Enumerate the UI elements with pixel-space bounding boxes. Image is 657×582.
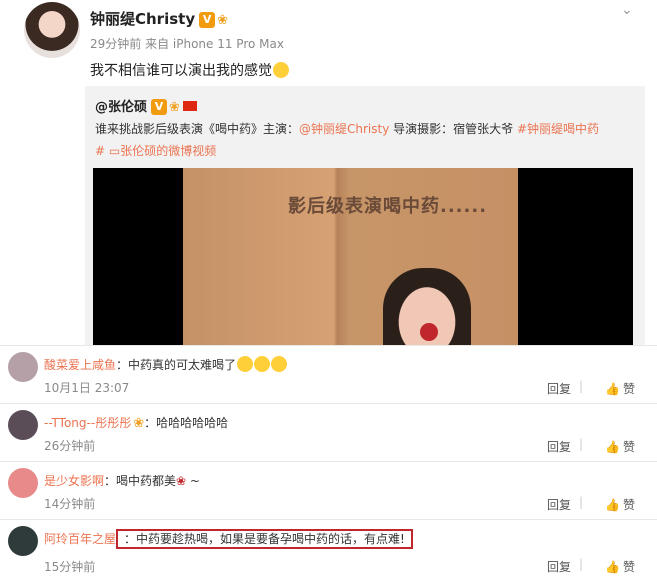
commenter-name[interactable]: --TTong--彤彤彤 [44, 416, 131, 430]
like-button[interactable]: 👍 赞 [605, 380, 635, 397]
post-author[interactable]: 钟丽缇Christy V ❀ [90, 8, 228, 29]
comment-item: --TTong--彤彤彤 ❀：哈哈哈哈哈哈 26分钟前 回复 | 👍 赞 [0, 403, 657, 461]
author-name[interactable]: 钟丽缇Christy [90, 10, 195, 28]
verified-badge-icon: V [199, 12, 216, 28]
comment-time: 10月1日 23:07 [44, 381, 130, 395]
flag-icon [182, 101, 197, 111]
reply-button[interactable]: 回复 [547, 558, 571, 575]
repost-text: 谁来挑战影后级表演《喝中药》主演：@钟丽缇Christy 导演摄影：宿管张大爷 … [95, 122, 600, 136]
like-button[interactable]: 👍 赞 [605, 438, 635, 455]
video-frame: 影后级表演喝中药...... [183, 168, 518, 345]
thumbs-up-icon: 👍 [605, 560, 620, 574]
comment-text: 阿玲百年之屋 ：中药要趁热喝，如果是要备孕喝中药的话，有点难! [44, 529, 413, 549]
comment-item: 是少女影啊：喝中药都美❀ ~ 14分钟前 回复 | 👍 赞 [0, 461, 657, 519]
commenter-name[interactable]: 酸菜爱上咸鱼 [44, 358, 116, 372]
thumbs-up-icon: 👍 [605, 440, 620, 454]
repost-card[interactable]: @张伦硕 V ❀ 谁来挑战影后级表演《喝中药》主演：@钟丽缇Christy 导演摄影… [85, 86, 645, 345]
commenter-avatar[interactable] [8, 526, 38, 556]
medal-icon: ❀ [169, 100, 180, 115]
laughing-emoji-icon [273, 62, 289, 78]
video-source-link[interactable]: # ▭张伦硕的微博视频 [95, 142, 216, 159]
comment-time: 26分钟前 [44, 439, 96, 453]
divider: | [578, 437, 583, 451]
like-button[interactable]: 👍 赞 [605, 558, 635, 575]
commenter-avatar[interactable] [8, 468, 38, 498]
post-text: 我不相信谁可以演出我的感觉 [90, 60, 289, 80]
rose-icon: ❀ [176, 474, 187, 488]
hashtag-link[interactable]: #钟丽缇喝中药 [517, 122, 599, 136]
comment-list: 酸菜爱上咸鱼：中药真的可太难喝了 10月1日 23:07 回复 | 👍 赞 --T… [0, 345, 657, 582]
medal-icon: ❀ [133, 416, 145, 431]
divider: | [578, 557, 583, 571]
video-player[interactable]: 影后级表演喝中药...... [93, 168, 633, 345]
post-meta: 29分钟前 来自 iPhone 11 Pro Max [90, 37, 284, 51]
comment-time: 15分钟前 [44, 560, 96, 574]
reply-button[interactable]: 回复 [547, 380, 571, 397]
crying-laugh-emoji-icon [271, 356, 288, 372]
comment-time: 14分钟前 [44, 497, 96, 511]
weibo-post: 钟丽缇Christy V ❀ 29分钟前 来自 iPhone 11 Pro Max … [0, 0, 657, 345]
video-mouth-image [420, 323, 438, 341]
like-button[interactable]: 👍 赞 [605, 496, 635, 513]
video-caption: 影后级表演喝中药...... [288, 196, 488, 217]
divider: | [578, 379, 583, 393]
highlighted-comment-text: ：中药要趁热喝，如果是要备孕喝中药的话，有点难! [116, 529, 413, 549]
comment-item: 酸菜爱上咸鱼：中药真的可太难喝了 10月1日 23:07 回复 | 👍 赞 [0, 345, 657, 403]
chevron-down-icon[interactable]: ⌄ [621, 2, 635, 18]
commenter-name[interactable]: 阿玲百年之屋 [44, 532, 116, 546]
comment-text: --TTong--彤彤彤 ❀：哈哈哈哈哈哈 [44, 416, 229, 431]
commenter-avatar[interactable] [8, 410, 38, 440]
reply-button[interactable]: 回复 [547, 496, 571, 513]
medal-icon: ❀ [217, 13, 229, 28]
divider: | [578, 495, 583, 509]
mention-link[interactable]: @钟丽缇Christy [299, 122, 389, 136]
crying-laugh-emoji-icon [254, 356, 271, 372]
repost-author[interactable]: @张伦硕 V ❀ [95, 96, 197, 115]
comment-text: 是少女影啊：喝中药都美❀ ~ [44, 474, 200, 488]
thumbs-up-icon: 👍 [605, 382, 620, 396]
commenter-avatar[interactable] [8, 352, 38, 382]
comment-text: 酸菜爱上咸鱼：中药真的可太难喝了 [44, 356, 288, 373]
thumbs-up-icon: 👍 [605, 498, 620, 512]
commenter-name[interactable]: 是少女影啊 [44, 474, 104, 488]
author-avatar[interactable] [24, 2, 80, 58]
comment-item: 阿玲百年之屋 ：中药要趁热喝，如果是要备孕喝中药的话，有点难! 15分钟前 回复 … [0, 519, 657, 582]
reply-button[interactable]: 回复 [547, 438, 571, 455]
crying-laugh-emoji-icon [237, 356, 254, 372]
verified-badge-icon: V [151, 99, 168, 115]
